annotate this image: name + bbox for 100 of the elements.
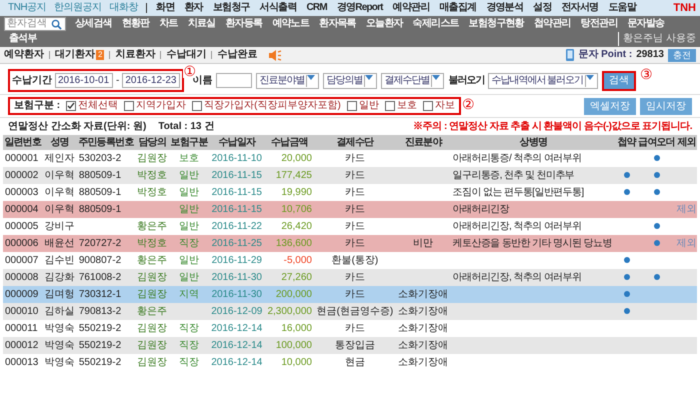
menu-item[interactable]: 매출집계 <box>434 1 482 15</box>
patient-search-field[interactable]: 환자검색 <box>4 17 66 31</box>
menu-item[interactable]: 전자서명 <box>556 1 604 15</box>
menu-item[interactable]: 도움말 <box>603 1 641 15</box>
column-header: 주민등록번호 <box>77 136 135 150</box>
queue-tab[interactable]: 수납완료 <box>217 48 258 62</box>
toolbar-item[interactable]: 첩약관리 <box>528 17 576 31</box>
queue-tab[interactable]: 대기환자 <box>55 48 95 62</box>
toolbar-item[interactable]: 숙제리스트 <box>408 17 464 31</box>
table-cell: 카드 <box>314 150 396 167</box>
toolbar-item[interactable]: 치료실 <box>182 17 220 31</box>
dropdown[interactable]: 결제수단별 <box>381 72 444 88</box>
menu-item[interactable]: 서식출력 <box>254 1 302 15</box>
table-cell: 김원장 <box>134 337 170 354</box>
table-cell: 직장 <box>169 354 209 371</box>
toolbar-item[interactable]: 보험청구현황 <box>464 17 529 31</box>
table-cell: 김원장 <box>134 286 170 303</box>
toolbar-item[interactable]: 오늘환자 <box>360 17 408 31</box>
sms-point-label: 문자 Point : <box>578 48 632 62</box>
annotation-number: ② <box>462 97 475 111</box>
table-cell: 10,000 <box>264 354 314 371</box>
checkbox[interactable] <box>384 101 395 111</box>
toolbar-item[interactable]: 상세검색 <box>70 17 117 31</box>
column-header: 첩약 <box>616 136 637 150</box>
table-row[interactable]: 000008 김강화 761008-2 김원장 일반 2016-11-30 27,260 카드 아래허리긴장, 척추의 여러부위 <box>3 269 697 286</box>
table-row[interactable]: 000003 이우혁 880509-1 박정호 일반 2016-11-15 19,990 카드 조짐이 없는 편두통[일반편두통] <box>3 184 697 201</box>
table-cell: 16,000 <box>264 320 314 337</box>
menu-item[interactable]: CRM <box>302 1 332 15</box>
date-field[interactable]: 2016-10-01 <box>55 73 113 88</box>
table-row[interactable]: 000006 배윤선 720727-2 박정호 직장 2016-11-25 136,600 카드 비만 케토산증을 동반한 기타 명시된 당뇨병 제외 <box>3 235 697 252</box>
table-cell: 2016-12-14 <box>208 354 265 371</box>
table-cell: 20,000 <box>264 150 314 167</box>
checkbox-label[interactable]: 일반 <box>358 99 379 113</box>
date-field[interactable]: 2016-12-23 <box>122 73 180 88</box>
menu-item[interactable]: 환자 <box>179 1 208 15</box>
notice-link[interactable]: 대화창 <box>106 1 142 15</box>
queue-tab[interactable]: 치료환자 <box>115 48 156 62</box>
toolbar-item[interactable]: 문자발송 <box>622 17 670 31</box>
menu-item[interactable]: 화면 <box>151 1 180 15</box>
table-cell: 2016-12-14 <box>208 320 265 337</box>
toolbar-item[interactable]: 차트 <box>154 17 183 31</box>
table-cell: 제인자 <box>42 150 77 167</box>
table-row[interactable]: 000011 박영숙 550219-2 김원장 직장 2016-12-14 16,000 카드 소화기장애 <box>3 320 697 337</box>
table-cell: 000011 <box>3 320 42 337</box>
table-cell: 박정호 <box>134 167 170 184</box>
dropdown[interactable]: 수납내역에서 불러오기 <box>488 72 598 88</box>
table-cell: 10,706 <box>264 201 314 218</box>
checkbox[interactable] <box>346 101 357 111</box>
checkbox-label[interactable]: 직장가입자(직장피부양자포함) <box>204 99 341 113</box>
checkbox[interactable] <box>66 101 76 111</box>
menu-item[interactable]: 예약관리 <box>388 1 435 15</box>
menu-item[interactable]: 설정 <box>528 1 557 15</box>
table-row[interactable]: 000010 김하실 790813-2 황은주 2016-12-09 2,300,000 현금(현금영수증) 소화기장애 <box>3 303 697 320</box>
notice-link[interactable]: 한의원공지 <box>50 1 106 15</box>
menu-item[interactable]: 경영분석 <box>481 1 528 15</box>
table-cell: 530203-2 <box>76 150 135 167</box>
menu-item[interactable]: 보험청구 <box>208 1 255 15</box>
dropdown[interactable]: 담당의별 <box>323 72 378 88</box>
table-cell: 소화기장애 <box>396 286 451 303</box>
checkbox-label[interactable]: 자보 <box>434 99 455 113</box>
column-header: 수납금액 <box>264 135 314 150</box>
table-row[interactable]: 000007 김수빈 900807-2 황은주 일반 2016-11-29 -5,000 환불(통장) <box>3 252 697 269</box>
table-row[interactable]: 000012 박영숙 550219-2 김원장 직장 2016-12-14 100,000 통장입금 소화기장애 <box>3 337 697 354</box>
table-cell: 강비구 <box>42 218 77 235</box>
toolbar-item[interactable]: 환자등록 <box>220 17 268 31</box>
table-row[interactable]: 000009 김며헝 730312-1 김원장 지역 2016-11-30 200,000 카드 소화기장애 <box>3 286 697 303</box>
table-row[interactable]: 000005 강비구 황은주 일반 2016-11-22 26,420 카드 아래허리긴장, 척추의 여러부위 <box>3 218 697 235</box>
toolbar-item[interactable]: 현황판 <box>116 17 154 31</box>
table-cell: 000005 <box>3 218 42 235</box>
notice-link[interactable]: TNH공지 <box>4 1 50 15</box>
queue-tab[interactable]: 수납대기 <box>166 48 206 62</box>
table-row[interactable]: 000001 제인자 530203-2 김원장 보호 2016-11-10 20,000 카드 아래허리통증/ 척추의 여러부위 <box>3 150 697 167</box>
speaker-icon[interactable] <box>269 50 282 60</box>
checkbox[interactable] <box>422 101 433 111</box>
table-cell: 000009 <box>3 286 42 303</box>
search-icon[interactable] <box>51 18 62 30</box>
checkbox-label[interactable]: 전체선택 <box>78 99 118 113</box>
table-cell: 000013 <box>3 354 42 371</box>
checkbox-label[interactable]: 지역가입자 <box>136 99 186 113</box>
insurance-label: 보험구분 : <box>14 99 60 113</box>
toolbar-item[interactable]: 예약노트 <box>267 17 314 31</box>
toolbar-item[interactable]: 환자목록 <box>314 17 361 31</box>
table-cell: 김강화 <box>42 269 77 286</box>
toolbar-item[interactable]: 탕전관리 <box>576 17 623 31</box>
section-title: 연말정산 간소화 자료(단위: 원) <box>8 120 146 134</box>
checkbox[interactable] <box>124 101 134 111</box>
queue-tab[interactable]: 예약환자 <box>4 48 44 62</box>
menu-item[interactable]: 경영Report <box>332 1 388 15</box>
table-cell: 000008 <box>3 269 42 286</box>
table-cell: 박정호 <box>134 235 170 252</box>
name-field[interactable] <box>216 73 252 88</box>
dropdown[interactable]: 진료분야별 <box>256 72 320 88</box>
column-header: 제외 <box>676 136 697 150</box>
table-cell: 2016-11-15 <box>208 167 265 184</box>
table-cell: 일구리통증, 천추 및 천미추부 <box>450 167 616 184</box>
checkbox[interactable] <box>192 101 202 111</box>
table-cell: 550219-2 <box>76 337 135 354</box>
toolbar-item[interactable]: 출석부 <box>4 32 42 46</box>
checkbox-label[interactable]: 보호 <box>396 99 417 113</box>
table-cell: 2016-12-14 <box>208 337 265 354</box>
